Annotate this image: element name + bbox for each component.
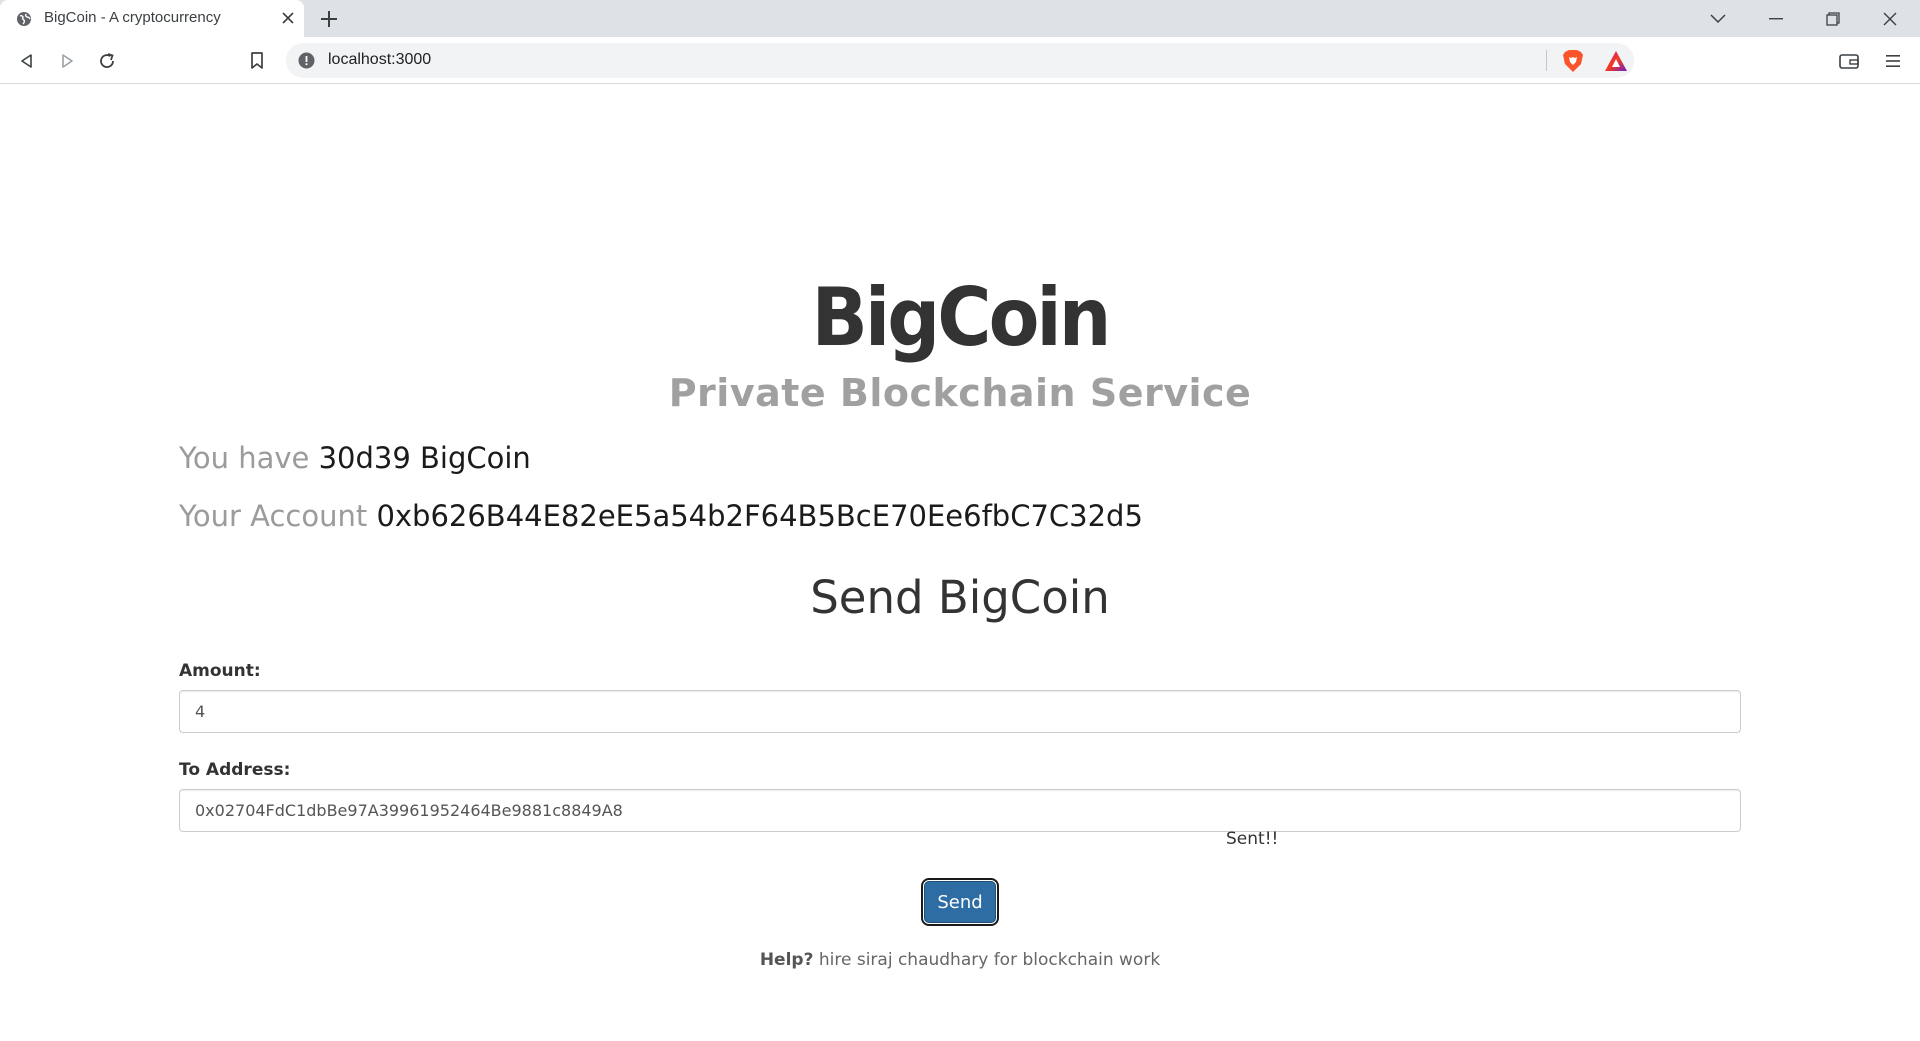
forward-icon[interactable]	[52, 46, 82, 76]
restore-icon[interactable]	[1805, 0, 1861, 37]
browser-tab[interactable]: BigCoin - A cryptocurrency	[0, 0, 304, 37]
browser-tabstrip: BigCoin - A cryptocurrency	[0, 0, 1920, 37]
site-title: BigCoin	[811, 271, 1112, 365]
address-bar-url: localhost:3000	[328, 51, 432, 68]
send-heading: Send BigCoin	[810, 571, 1110, 624]
window-close-icon[interactable]	[1862, 0, 1918, 37]
balance-label: You have	[179, 441, 310, 475]
omnibox-divider	[1546, 50, 1547, 71]
account-value: 0xb626B44E82eE5a54b2F64B5BcE70Ee6fbC7C32…	[376, 499, 1143, 533]
tab-title: BigCoin - A cryptocurrency	[44, 9, 221, 26]
help-text: hire siraj chaudhary for blockchain work	[818, 950, 1161, 970]
to-address-label: To Address:	[179, 760, 291, 780]
reload-icon[interactable]	[92, 46, 122, 76]
site-subtitle: Private Blockchain Service	[668, 371, 1252, 415]
bookmark-icon[interactable]	[242, 46, 272, 76]
browser-toolbar: localhost:3000	[0, 37, 1920, 84]
amount-input[interactable]	[179, 690, 1741, 733]
globe-icon	[16, 11, 32, 27]
balance-value: 30d39 BigCoin	[318, 441, 531, 475]
account-line: Your Account 0xb626B44E82eE5a54b2F64B5Bc…	[179, 499, 1143, 533]
help-line: Help? hire siraj chaudhary for blockchai…	[0, 950, 1920, 970]
help-label: Help?	[759, 950, 814, 970]
to-address-input[interactable]	[179, 789, 1741, 832]
info-icon[interactable]	[298, 52, 315, 69]
page-content: BigCoin Private Blockchain Service You h…	[0, 85, 1920, 1041]
minimize-icon[interactable]	[1748, 0, 1804, 37]
account-label: Your Account	[179, 499, 368, 533]
back-icon[interactable]	[12, 46, 42, 76]
brave-lion-icon[interactable]	[1562, 49, 1584, 73]
wallet-icon[interactable]	[1834, 46, 1864, 76]
new-tab-icon[interactable]	[318, 8, 340, 30]
amount-label: Amount:	[179, 661, 261, 681]
send-button[interactable]: Send	[921, 878, 999, 926]
tab-search-icon[interactable]	[1690, 0, 1746, 37]
close-icon[interactable]	[280, 10, 296, 26]
balance-line: You have 30d39 BigCoin	[179, 441, 531, 475]
send-status: Sent!!	[1226, 829, 1279, 849]
brave-rewards-icon[interactable]	[1604, 50, 1628, 72]
address-bar[interactable]: localhost:3000	[286, 43, 1634, 78]
menu-icon[interactable]	[1878, 46, 1908, 76]
